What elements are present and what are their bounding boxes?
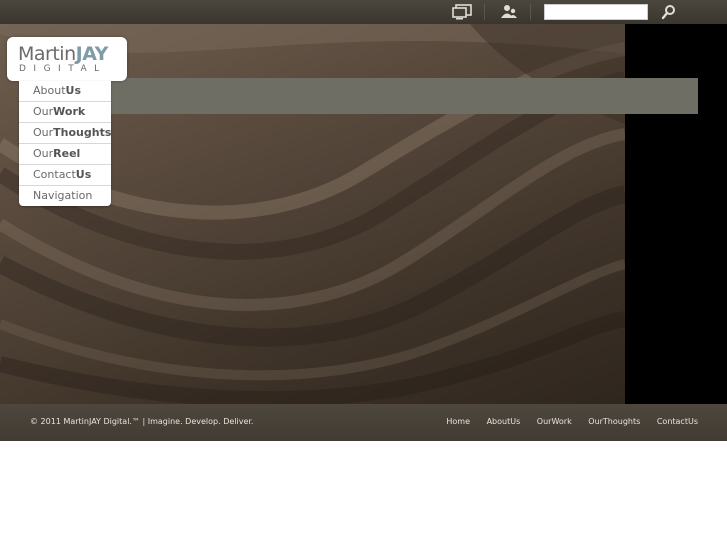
footer: © 2011 MartinJAY Digital.™ | Imagine. De… xyxy=(0,404,727,441)
footer-link-our-thoughts[interactable]: OurThoughts xyxy=(588,417,640,426)
search-icon[interactable] xyxy=(658,3,680,21)
footer-link-home[interactable]: Home xyxy=(446,417,470,426)
search-input[interactable] xyxy=(544,4,648,20)
title-bar xyxy=(110,78,698,114)
menu-item-about-us[interactable]: AboutUs xyxy=(19,81,111,102)
screen-icon[interactable] xyxy=(452,3,474,21)
top-divider xyxy=(484,4,485,20)
logo-subtitle: DIGITAL xyxy=(19,64,107,74)
menu-item-our-reel[interactable]: OurReel xyxy=(19,144,111,165)
menu-item-contact-us[interactable]: ContactUs xyxy=(19,165,111,186)
people-icon[interactable] xyxy=(498,3,520,21)
top-bar xyxy=(0,0,727,24)
footer-link-contact-us[interactable]: ContactUs xyxy=(657,417,698,426)
menu-item-our-work[interactable]: OurWork xyxy=(19,102,111,123)
copyright-text: © 2011 MartinJAY Digital.™ | Imagine. De… xyxy=(30,417,254,426)
footer-link-about-us[interactable]: AboutUs xyxy=(487,417,521,426)
logo-wordmark: MartinJAY xyxy=(18,43,108,65)
top-divider xyxy=(530,4,531,20)
logo[interactable]: MartinJAY DIGITAL xyxy=(7,37,127,81)
menu-footer-label: Navigation xyxy=(33,189,93,202)
menu-item-our-thoughts[interactable]: OurThoughts xyxy=(19,123,111,144)
footer-link-our-work[interactable]: OurWork xyxy=(537,417,572,426)
nav-menu: AboutUs OurWork OurThoughts OurReel Cont… xyxy=(19,81,111,206)
footer-links: Home AboutUs OurWork OurThoughts Contact… xyxy=(432,417,698,426)
